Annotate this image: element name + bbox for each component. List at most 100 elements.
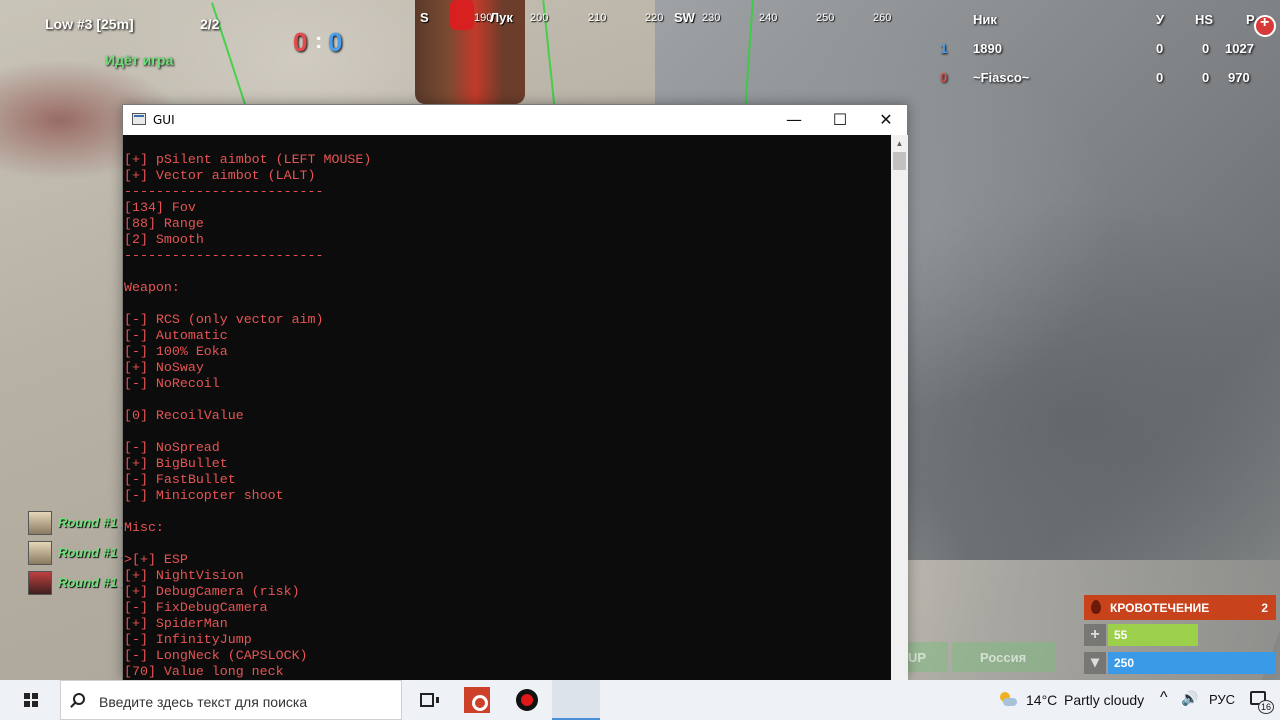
col-name: Ник	[973, 12, 997, 27]
food-row: ▾ 250	[1084, 652, 1276, 674]
console-line: [-] Minicopter shoot	[124, 488, 284, 503]
console-line: [+] DebugCamera (risk)	[124, 584, 300, 599]
console-line: Weapon:	[124, 280, 180, 295]
compass-tick: 200	[530, 12, 549, 24]
bleeding-status: КРОВОТЕЧЕНИЕ 2	[1084, 595, 1276, 620]
bleeding-value: 2	[1261, 601, 1268, 615]
game-status: Идёт игра	[105, 52, 174, 68]
console-app-icon	[132, 113, 146, 125]
console-line: [-] NoSpread	[124, 440, 220, 455]
feed-label: Round #1 /	[58, 545, 125, 560]
background-button: UP	[908, 642, 948, 672]
compass-tick: SW	[674, 10, 695, 25]
compass-tick: 220	[645, 12, 664, 24]
taskbar-app-rust[interactable]	[453, 680, 501, 720]
row-name: ~Fiasco~	[973, 70, 1030, 85]
task-view-icon	[420, 693, 439, 707]
console-line: -------------------------	[124, 248, 324, 263]
window-title: GUI	[153, 113, 175, 127]
score-blue: 0	[328, 27, 343, 57]
taskbar: Введите здесь текст для поиска 14°C Part…	[0, 680, 1280, 720]
scroll-up-button[interactable]: ▲	[891, 135, 908, 152]
weather-icon[interactable]	[996, 689, 1018, 709]
compass: S 190 Лук 200 210 220 SW 230 240 250 260	[420, 10, 900, 34]
scoreboard-header: Ник У HS Р	[930, 6, 1280, 35]
console-line: [+] NoSway	[124, 360, 204, 375]
avatar	[28, 571, 52, 595]
round-counter: 2/2	[200, 16, 220, 32]
console-line: [+] pSilent aimbot (LEFT MOUSE)	[124, 152, 372, 167]
maximize-button[interactable]: ☐	[817, 105, 863, 135]
score-separator: :	[315, 28, 323, 53]
taskbar-app-recorder[interactable]	[503, 680, 551, 720]
row-kills: 0	[1156, 70, 1164, 85]
record-icon	[516, 689, 538, 711]
row-hs: 0	[1202, 41, 1210, 56]
language-indicator[interactable]: РУС	[1209, 692, 1235, 707]
console-line: >[+] ESP	[124, 552, 188, 567]
console-line: [-] RCS (only vector aim)	[124, 312, 324, 327]
console-line: [2] Smooth	[124, 232, 204, 247]
blood-drop-icon	[1091, 600, 1101, 614]
row-points: 1027	[1225, 41, 1254, 56]
compass-tick: Лук	[490, 10, 513, 25]
server-name: Low #3 [25m]	[45, 16, 134, 32]
feed-label: Round #1 /	[58, 575, 125, 590]
console-line: [-] NoRecoil	[124, 376, 220, 391]
health-cross-icon: +	[1084, 624, 1106, 646]
row-index: 1	[940, 41, 948, 56]
compass-tick: 260	[873, 12, 892, 24]
console-line: [+] NightVision	[124, 568, 244, 583]
search-icon	[73, 693, 85, 705]
task-view-button[interactable]	[403, 680, 451, 720]
scrollbar[interactable]: ▲	[891, 135, 908, 681]
minimize-button[interactable]: —	[771, 105, 817, 135]
rust-icon	[464, 687, 490, 713]
scoreboard-row: 1 1890 0 0 1027	[930, 35, 1280, 64]
crosshair-icon	[1254, 14, 1276, 37]
search-placeholder: Введите здесь текст для поиска	[99, 694, 308, 710]
console-line: [0] RecoilValue	[124, 408, 244, 423]
feed-label: Round #1 /	[58, 515, 125, 530]
gui-window: GUI — ☐ ✕ [+] pSilent aimbot (LEFT MOUSE…	[122, 104, 908, 681]
row-index: 0	[940, 70, 948, 85]
close-button[interactable]: ✕	[863, 105, 909, 135]
windows-icon	[24, 693, 38, 707]
compass-tick: 250	[816, 12, 835, 24]
notification-count: 16	[1258, 700, 1274, 714]
search-box[interactable]: Введите здесь текст для поиска	[60, 680, 402, 720]
avatar	[28, 511, 52, 535]
console-line: [-] 100% Eoka	[124, 344, 228, 359]
chevron-up-icon[interactable]: ^	[1160, 689, 1168, 707]
bleeding-label: КРОВОТЕЧЕНИЕ	[1110, 601, 1210, 615]
console-line: [-] InfinityJump	[124, 632, 252, 647]
row-points: 970	[1228, 70, 1250, 85]
console-line: [-] LongNeck (CAPSLOCK)	[124, 648, 308, 663]
console-line: [-] FixDebugCamera	[124, 600, 268, 615]
console-line: [+] Vector aimbot (LALT)	[124, 168, 316, 183]
score-red: 0	[293, 27, 308, 57]
weather-text[interactable]: Partly cloudy	[1064, 692, 1144, 708]
start-button[interactable]	[0, 680, 60, 720]
taskbar-app-active[interactable]	[552, 680, 600, 720]
health-row: + 55	[1084, 624, 1276, 646]
compass-tick: 210	[588, 12, 607, 24]
title-bar[interactable]: GUI — ☐ ✕	[123, 105, 907, 135]
console-line: [-] FastBullet	[124, 472, 236, 487]
scoreboard-row: 0 ~Fiasco~ 0 0 970	[930, 64, 1280, 93]
console-output[interactable]: [+] pSilent aimbot (LEFT MOUSE) [+] Vecto…	[123, 135, 891, 681]
scroll-thumb[interactable]	[893, 152, 906, 170]
temperature[interactable]: 14°C	[1026, 692, 1057, 708]
volume-icon[interactable]: 🔊	[1181, 690, 1198, 707]
col-hs: HS	[1195, 12, 1214, 27]
console-line: [134] Fov	[124, 200, 196, 215]
compass-tick: 230	[702, 12, 721, 24]
compass-tick: 240	[759, 12, 778, 24]
food-bar: 250	[1108, 652, 1276, 674]
avatar	[28, 541, 52, 565]
